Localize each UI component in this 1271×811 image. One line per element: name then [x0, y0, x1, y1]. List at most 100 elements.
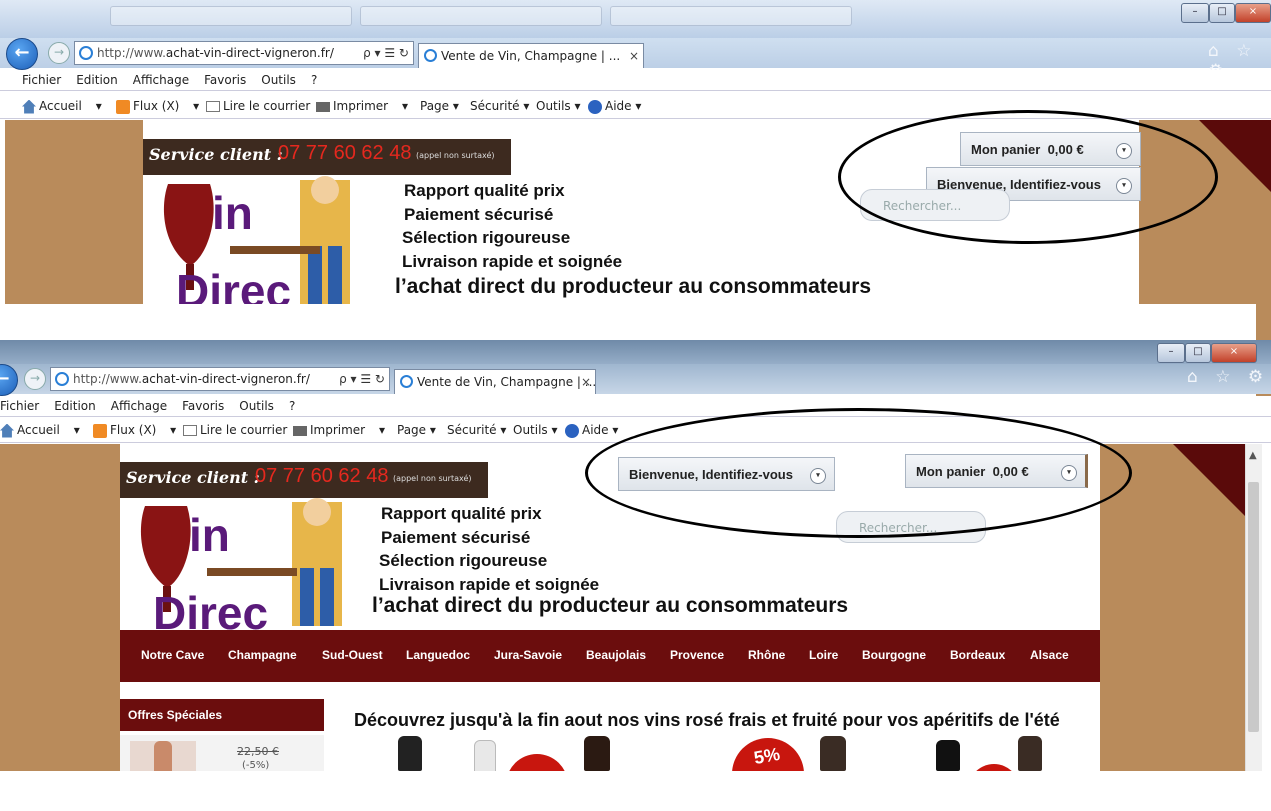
address-bar[interactable]: http://www.achat-vin-direct-vigneron.fr/…: [50, 367, 390, 391]
dropdown-arrow-icon: ▾: [612, 423, 619, 437]
phone-note: (appel non surtaxé): [393, 474, 472, 483]
dropdown-arrow-icon[interactable]: ▾: [402, 99, 408, 113]
maximize-button[interactable]: □: [1209, 3, 1235, 23]
cmd-imprimer[interactable]: Imprimer ▾: [293, 418, 385, 442]
cmd-outils[interactable]: Outils ▾: [513, 418, 558, 442]
menu-edition[interactable]: Edition: [76, 73, 118, 87]
menu-affichage[interactable]: Affichage: [133, 73, 189, 87]
cmd-securite-label: Sécurité: [470, 99, 520, 113]
dropdown-arrow-icon[interactable]: ▾: [379, 423, 385, 437]
cmd-accueil[interactable]: Accueil ▾: [0, 418, 80, 442]
special-offers-header: Offres Spéciales: [120, 699, 324, 731]
printer-icon: [293, 425, 307, 436]
page-background-left: [5, 120, 143, 304]
nav-languedoc[interactable]: Languedoc: [406, 648, 470, 662]
close-window-button[interactable]: ×: [1211, 343, 1257, 363]
navigation-row: ← → http://www.achat-vin-direct-vigneron…: [0, 364, 1271, 396]
nav-beaujolais[interactable]: Beaujolais: [586, 648, 646, 662]
dropdown-arrow-icon[interactable]: ▾: [170, 423, 176, 437]
home-favorites-tools-icons[interactable]: ⌂ ☆ ⚙: [1187, 367, 1269, 387]
menu-affichage[interactable]: Affichage: [111, 399, 167, 413]
menu-edition[interactable]: Edition: [54, 399, 96, 413]
forward-arrow-icon[interactable]: →: [48, 42, 70, 64]
close-tab-icon[interactable]: ×: [629, 44, 639, 68]
cmd-aide[interactable]: Aide ▾: [588, 94, 641, 118]
menu-help[interactable]: ?: [311, 73, 317, 87]
service-client-banner: Service client : 07 77 60 62 48 (appel n…: [120, 462, 488, 498]
address-bar[interactable]: http://www.achat-vin-direct-vigneron.fr/…: [74, 41, 414, 65]
active-tab[interactable]: Vente de Vin, Champagne | ... ×: [418, 43, 644, 68]
cmd-flux[interactable]: Flux (X) ▾: [93, 418, 176, 442]
ie-logo-icon: [400, 375, 413, 388]
product-thumbnail[interactable]: [130, 741, 196, 771]
slogan-item: Rapport qualité prix: [381, 504, 542, 523]
menu-outils[interactable]: Outils: [239, 399, 274, 413]
cmd-flux[interactable]: Flux (X) ▾: [116, 94, 199, 118]
cmd-page[interactable]: Page ▾: [420, 94, 459, 118]
menu-outils[interactable]: Outils: [261, 73, 296, 87]
cmd-imprimer[interactable]: Imprimer ▾: [316, 94, 408, 118]
menu-favoris[interactable]: Favoris: [204, 73, 246, 87]
nav-sud-ouest[interactable]: Sud-Ouest: [322, 648, 383, 662]
nav-champagne[interactable]: Champagne: [228, 648, 297, 662]
menu-help[interactable]: ?: [289, 399, 295, 413]
address-tools-icons[interactable]: ρ ▾ ☰ ↻: [339, 368, 385, 390]
menu-favoris[interactable]: Favoris: [182, 399, 224, 413]
address-tools-icons[interactable]: ρ ▾ ☰ ↻: [363, 42, 409, 64]
tagline: l’achat direct du producteur au consomma…: [395, 275, 872, 298]
vertical-scrollbar[interactable]: ▲: [1245, 444, 1262, 771]
service-client-label: Service client :: [126, 468, 260, 487]
page-curl-decoration: [1173, 444, 1245, 516]
close-window-button[interactable]: ×: [1235, 3, 1271, 23]
menu-fichier[interactable]: Fichier: [22, 73, 61, 87]
dropdown-arrow-icon[interactable]: ▾: [96, 99, 102, 113]
background-tab[interactable]: [610, 6, 852, 26]
nav-provence[interactable]: Provence: [670, 648, 724, 662]
scrollbar-thumb[interactable]: [1248, 482, 1259, 732]
nav-bordeaux[interactable]: Bordeaux: [950, 648, 1005, 662]
special-offer-item[interactable]: 22,50 € (-5%): [120, 735, 324, 771]
wine-bottle-image[interactable]: [398, 736, 422, 771]
wine-bottle-image[interactable]: [936, 740, 960, 771]
cmd-imprimer-label: Imprimer: [333, 99, 389, 113]
close-tab-icon[interactable]: ×: [581, 370, 591, 394]
forward-arrow-icon[interactable]: →: [24, 368, 46, 390]
wine-bottle-image[interactable]: [474, 740, 496, 771]
nav-bourgogne[interactable]: Bourgogne: [862, 648, 926, 662]
rss-icon: [116, 99, 130, 114]
nav-alsace[interactable]: Alsace: [1030, 648, 1069, 662]
nav-jura-savoie[interactable]: Jura-Savoie: [494, 648, 562, 662]
cmd-courrier[interactable]: Lire le courrier: [206, 94, 310, 118]
minimize-button[interactable]: –: [1181, 3, 1209, 23]
wine-bottle-image[interactable]: [584, 736, 610, 771]
cmd-aide[interactable]: Aide ▾: [565, 418, 618, 442]
cmd-securite[interactable]: Sécurité ▾: [470, 94, 529, 118]
dropdown-arrow-icon[interactable]: ▾: [74, 423, 80, 437]
back-arrow-icon[interactable]: ←: [0, 364, 18, 396]
dropdown-arrow-icon[interactable]: ▾: [193, 99, 199, 113]
nav-loire[interactable]: Loire: [809, 648, 838, 662]
dropdown-arrow-icon: ▾: [500, 423, 507, 437]
slogan-item: Sélection rigoureuse: [402, 228, 571, 247]
cmd-courrier[interactable]: Lire le courrier: [183, 418, 287, 442]
menu-bar: Fichier Edition Affichage Favoris Outils?: [0, 70, 1271, 91]
menu-fichier[interactable]: Fichier: [0, 399, 39, 413]
active-tab[interactable]: Vente de Vin, Champagne | ... ×: [394, 369, 596, 394]
cmd-accueil[interactable]: Accueil ▾: [22, 94, 102, 118]
nav-notre-cave[interactable]: Notre Cave: [141, 648, 204, 662]
nav-rhone[interactable]: Rhône: [748, 648, 785, 662]
scroll-up-icon[interactable]: ▲: [1249, 450, 1257, 461]
maximize-button[interactable]: □: [1185, 343, 1211, 363]
wine-bottle-image[interactable]: [820, 736, 846, 771]
cmd-page[interactable]: Page ▾: [397, 418, 436, 442]
background-tab[interactable]: [110, 6, 352, 26]
cmd-aide-label: Aide: [605, 99, 632, 113]
minimize-button[interactable]: –: [1157, 343, 1185, 363]
cmd-securite-label: Sécurité: [447, 423, 497, 437]
annotation-ellipse: [585, 408, 1132, 538]
back-arrow-icon[interactable]: ←: [6, 38, 38, 70]
background-tab[interactable]: [360, 6, 602, 26]
cmd-securite[interactable]: Sécurité ▾: [447, 418, 506, 442]
cmd-outils[interactable]: Outils ▾: [536, 94, 581, 118]
wine-bottle-image[interactable]: [1018, 736, 1042, 771]
